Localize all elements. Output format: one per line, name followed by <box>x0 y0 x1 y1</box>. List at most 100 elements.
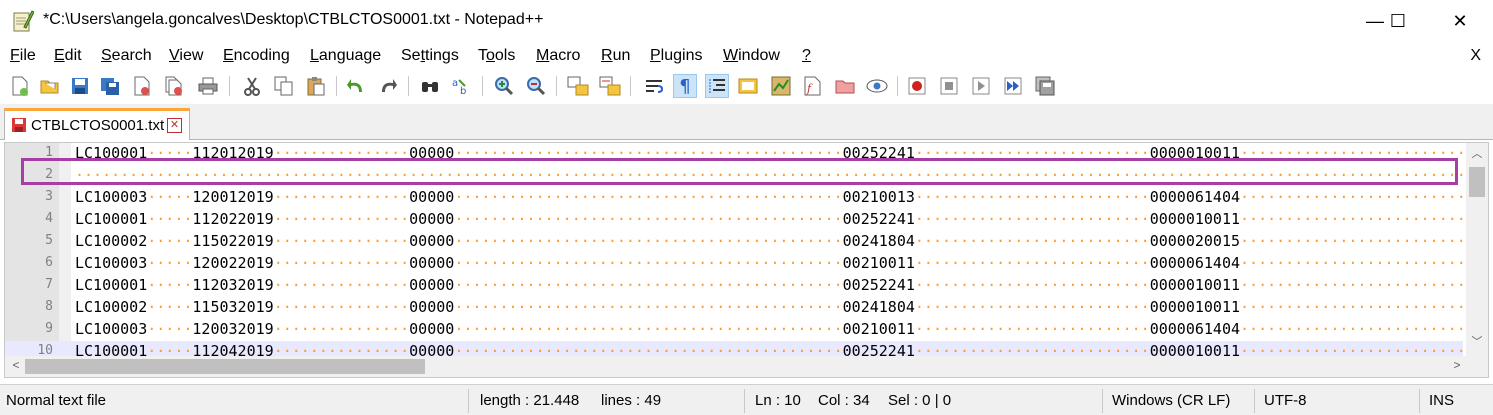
whitespace-marker: ··············· <box>273 210 410 228</box>
function-list-icon[interactable]: f <box>801 74 825 98</box>
new-file-icon[interactable] <box>8 74 32 98</box>
status-length: length : 21.448 <box>480 392 580 409</box>
whitespace-marker: ··············· <box>273 298 410 316</box>
close-document-button[interactable]: X <box>1470 47 1481 65</box>
menu-settings[interactable]: Settings <box>401 47 459 65</box>
field-value: LC100002 <box>75 298 148 316</box>
indent-guide-icon[interactable] <box>705 74 729 98</box>
close-window-button[interactable]: ✕ <box>1437 0 1483 42</box>
status-encoding[interactable]: UTF-8 <box>1264 392 1307 409</box>
scroll-left-icon[interactable]: < <box>7 358 25 375</box>
scroll-up-icon[interactable]: ︿ <box>1466 145 1488 163</box>
field-value: 0000010011 <box>1149 298 1241 316</box>
folder-as-workspace-icon[interactable] <box>833 74 857 98</box>
stop-recording-icon[interactable] <box>937 74 961 98</box>
status-selection: Sel : 0 | 0 <box>888 392 952 409</box>
menu-search[interactable]: Search <box>101 47 152 65</box>
record-macro-icon[interactable] <box>905 74 929 98</box>
status-separator <box>1419 389 1420 413</box>
sync-vertical-icon[interactable] <box>566 74 590 98</box>
menu-bar: File Edit Search View Encoding Language … <box>0 44 1493 68</box>
toolbar: ab ¶ f <box>0 70 1493 102</box>
sync-horizontal-icon[interactable] <box>598 74 622 98</box>
line-number: 9 <box>45 321 53 336</box>
whitespace-marker: ····· <box>147 254 193 272</box>
status-bar: Normal text file length : 21.448 lines :… <box>0 384 1493 415</box>
tab-close-icon[interactable]: ✕ <box>167 118 182 133</box>
word-wrap-icon[interactable] <box>642 74 666 98</box>
whitespace-marker: ········································… <box>454 276 843 294</box>
menu-tools[interactable]: Tools <box>478 47 515 65</box>
status-line-number: Ln : 10 <box>755 392 801 409</box>
toolbar-separator <box>336 76 337 96</box>
user-defined-language-icon[interactable] <box>737 74 761 98</box>
field-value: 0000061404 <box>1149 320 1241 338</box>
menu-language[interactable]: Language <box>310 47 381 65</box>
status-insert-mode[interactable]: INS <box>1429 392 1454 409</box>
show-all-characters-icon[interactable]: ¶ <box>673 74 697 98</box>
whitespace-marker: ········································… <box>454 298 843 316</box>
print-icon[interactable] <box>196 74 220 98</box>
field-value: 120022019 <box>192 254 274 272</box>
open-file-icon[interactable] <box>38 74 62 98</box>
save-macro-icon[interactable] <box>1033 74 1057 98</box>
line-content: LC100002·····115032019···············000… <box>75 298 1488 316</box>
menu-plugins[interactable]: Plugins <box>650 47 702 65</box>
whitespace-marker: ········································… <box>454 320 843 338</box>
close-all-icon[interactable] <box>162 74 186 98</box>
cut-icon[interactable] <box>240 74 264 98</box>
scroll-down-icon[interactable]: ﹀ <box>1466 333 1488 351</box>
whitespace-marker: ··············· <box>273 254 410 272</box>
replace-icon[interactable]: ab <box>450 74 474 98</box>
whitespace-marker: ·························· <box>914 232 1150 250</box>
tab-ctblctos0001[interactable]: CTBLCTOS0001.txt ✕ <box>4 108 190 140</box>
copy-icon[interactable] <box>272 74 296 98</box>
run-macro-multiple-icon[interactable] <box>1001 74 1025 98</box>
horizontal-scroll-thumb[interactable] <box>25 359 425 374</box>
monitoring-icon[interactable] <box>865 74 889 98</box>
maximize-button[interactable]: ☐ <box>1375 0 1421 42</box>
whitespace-marker: ····· <box>147 276 193 294</box>
zoom-in-icon[interactable] <box>492 74 516 98</box>
paste-icon[interactable] <box>304 74 328 98</box>
maximize-icon: ☐ <box>1389 10 1407 31</box>
line-number: 5 <box>45 233 53 248</box>
undo-icon[interactable] <box>344 74 368 98</box>
save-all-icon[interactable] <box>98 74 122 98</box>
whitespace-marker: ·························· <box>914 320 1150 338</box>
line-content: LC100003·····120032019···············000… <box>75 320 1488 338</box>
editor-line: 4 LC100001·····112022019···············00… <box>5 209 1488 231</box>
menu-help[interactable]: ? <box>802 47 811 65</box>
whitespace-marker: ································ <box>1240 298 1488 316</box>
menu-encoding[interactable]: Encoding <box>223 47 290 65</box>
redo-icon[interactable] <box>376 74 400 98</box>
menu-file[interactable]: File <box>10 47 36 65</box>
menu-run[interactable]: Run <box>601 47 630 65</box>
scroll-right-icon[interactable]: > <box>1448 358 1466 375</box>
zoom-out-icon[interactable] <box>524 74 548 98</box>
field-value: 0000061404 <box>1149 188 1241 206</box>
whitespace-marker: ································ <box>1240 254 1488 272</box>
close-file-icon[interactable] <box>130 74 154 98</box>
text-editor[interactable]: 1 LC100001·····112012019···············00… <box>4 142 1489 378</box>
status-eol-format[interactable]: Windows (CR LF) <box>1112 392 1230 409</box>
field-value: 0000020015 <box>1149 232 1241 250</box>
menu-window[interactable]: Window <box>723 47 780 65</box>
whitespace-marker: ·························· <box>914 188 1150 206</box>
playback-macro-icon[interactable] <box>969 74 993 98</box>
menu-macro[interactable]: Macro <box>536 47 580 65</box>
vertical-scrollbar[interactable]: ︿ ﹀ <box>1466 143 1488 358</box>
document-map-icon[interactable] <box>769 74 793 98</box>
notepadpp-app-icon <box>13 10 34 32</box>
field-value: 112022019 <box>192 210 274 228</box>
horizontal-scrollbar[interactable]: < > <box>5 356 1468 377</box>
whitespace-marker: ········································… <box>454 210 843 228</box>
find-icon[interactable] <box>418 74 442 98</box>
save-icon[interactable] <box>68 74 92 98</box>
whitespace-marker: ········································… <box>454 188 843 206</box>
line-number: 4 <box>45 211 53 226</box>
menu-edit[interactable]: Edit <box>54 47 82 65</box>
field-value: LC100003 <box>75 320 148 338</box>
vertical-scroll-thumb[interactable] <box>1469 167 1485 197</box>
menu-view[interactable]: View <box>169 47 203 65</box>
